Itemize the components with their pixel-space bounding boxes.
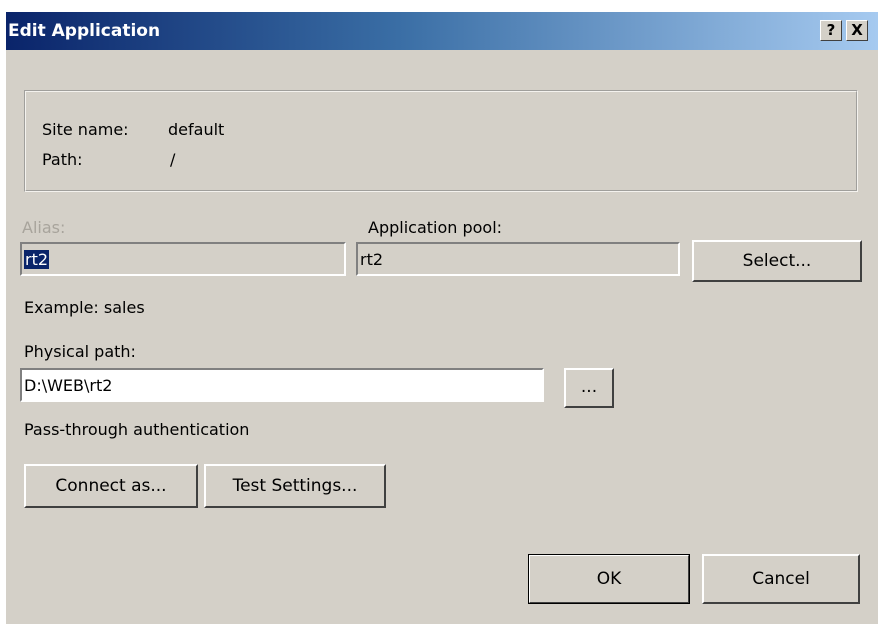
alias-value: rt2 <box>24 250 50 269</box>
path-value: / <box>170 150 176 169</box>
site-name-label: Site name: <box>42 120 129 139</box>
app-pool-label: Application pool: <box>368 218 503 237</box>
physical-path-input[interactable]: D:\WEB\rt2 <box>20 368 544 402</box>
pass-through-auth-text: Pass-through authentication <box>24 420 250 439</box>
test-settings-button[interactable]: Test Settings... <box>204 464 386 508</box>
help-button[interactable]: ? <box>820 20 842 41</box>
path-label: Path: <box>42 150 83 169</box>
alias-example-text: Example: sales <box>24 298 145 317</box>
physical-path-value: D:\WEB\rt2 <box>24 376 113 395</box>
app-pool-value: rt2 <box>360 250 384 269</box>
select-app-pool-button[interactable]: Select... <box>692 240 862 282</box>
edit-application-dialog: Edit Application ? X Site name: default … <box>6 12 878 624</box>
connect-as-button[interactable]: Connect as... <box>24 464 198 508</box>
cancel-button[interactable]: Cancel <box>702 554 860 604</box>
site-name-value: default <box>168 120 225 139</box>
app-pool-field: rt2 <box>356 242 680 276</box>
title-bar[interactable]: Edit Application ? X <box>6 12 878 50</box>
site-info-panel: Site name: default Path: / <box>24 90 858 192</box>
alias-field[interactable]: rt2 <box>20 242 346 276</box>
ok-button[interactable]: OK <box>528 554 690 604</box>
dialog-title: Edit Application <box>8 21 161 41</box>
alias-label: Alias: <box>22 218 66 237</box>
close-button[interactable]: X <box>846 20 868 41</box>
physical-path-label: Physical path: <box>24 342 136 361</box>
browse-path-button[interactable]: ... <box>564 368 614 408</box>
